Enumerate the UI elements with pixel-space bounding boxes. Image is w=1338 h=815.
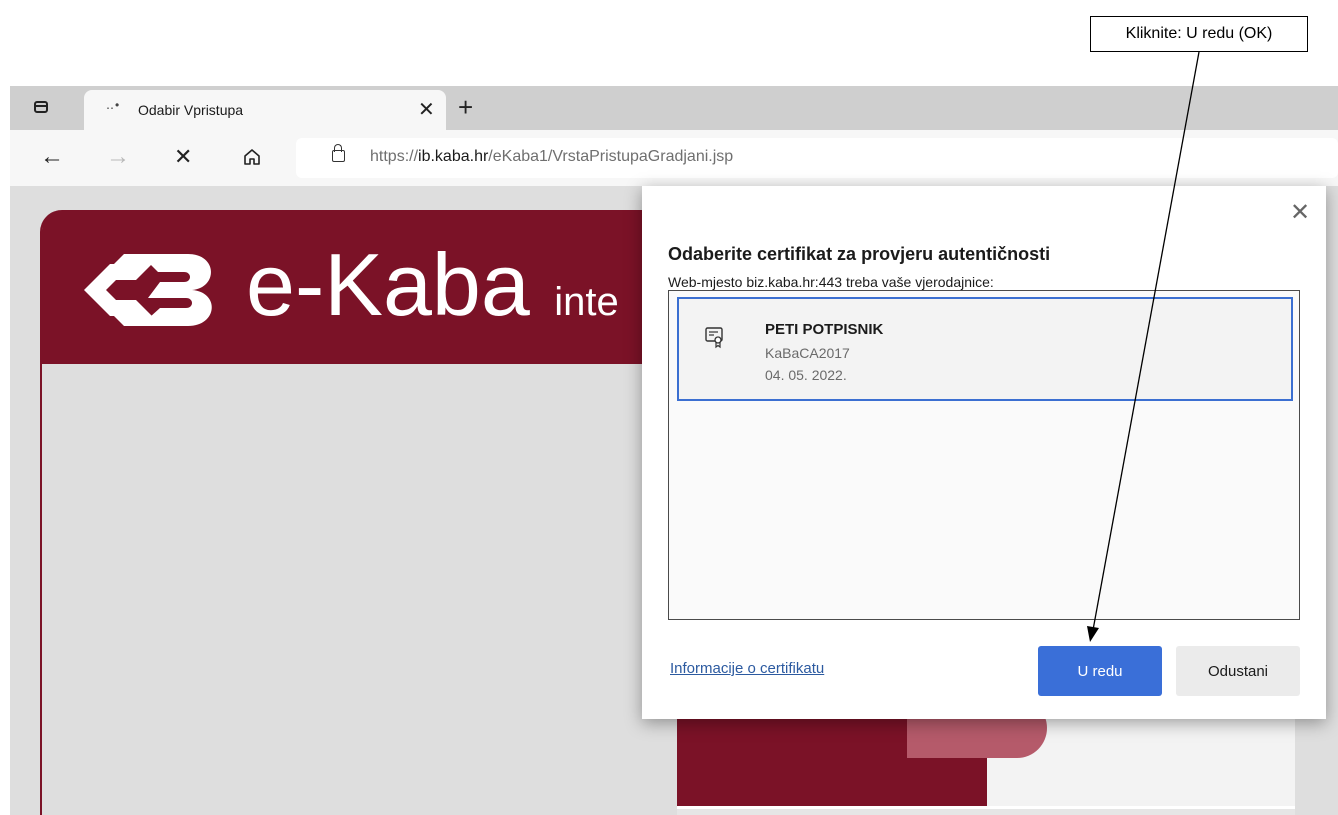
forward-arrow-icon[interactable]: →: [106, 143, 130, 171]
certificate-item[interactable]: PETI POTPISNIK KaBaCA2017 04. 05. 2022.: [677, 297, 1293, 401]
certificate-dialog: ✕ Odaberite certifikat za provjeru auten…: [642, 186, 1326, 719]
dialog-title: Odaberite certifikat za provjeru autenti…: [668, 244, 1051, 264]
certificate-info-link[interactable]: Informacije o certifikatu: [670, 660, 824, 677]
certificate-date: 04. 05. 2022.: [765, 367, 847, 383]
cancel-button[interactable]: Odustani: [1176, 646, 1300, 696]
lock-icon[interactable]: [332, 144, 345, 162]
tab-active[interactable]: ‥• Odabir Vpristupa ✕: [84, 90, 446, 130]
url-text: https://ib.kaba.hr/eKaba1/VrstaPristupaG…: [370, 148, 734, 165]
browser-toolbar: ← → ✕ https://ib.kaba.hr/eKaba1/VrstaPri…: [10, 130, 1338, 186]
tab-actions-icon[interactable]: [34, 101, 48, 113]
stop-loading-icon[interactable]: ✕: [174, 144, 192, 170]
ok-button[interactable]: U redu: [1038, 646, 1162, 696]
dialog-subtitle: Web-mjesto biz.kaba.hr:443 treba vaše vj…: [668, 274, 994, 290]
close-icon[interactable]: ✕: [1290, 198, 1310, 227]
tab-title: Odabir Vpristupa: [138, 102, 244, 118]
loading-favicon-icon: ‥•: [106, 98, 121, 112]
site-logo-text: e-Kaba inte: [246, 235, 619, 334]
promo-footer-strip: [677, 806, 1295, 815]
certificate-list[interactable]: PETI POTPISNIK KaBaCA2017 04. 05. 2022.: [668, 290, 1300, 620]
tab-strip: ‥• Odabir Vpristupa ✕ +: [10, 86, 1338, 130]
address-bar[interactable]: https://ib.kaba.hr/eKaba1/VrstaPristupaG…: [296, 138, 1338, 178]
certificate-icon: [705, 327, 723, 349]
instruction-callout: Kliknite: U redu (OK): [1090, 16, 1308, 52]
certificate-name: PETI POTPISNIK: [765, 321, 884, 338]
instruction-text: Kliknite: U redu (OK): [1125, 25, 1273, 42]
home-icon[interactable]: [242, 146, 262, 174]
new-tab-icon[interactable]: +: [458, 92, 473, 123]
tab-close-icon[interactable]: ✕: [418, 97, 435, 122]
kaba-logo-icon: [84, 254, 212, 326]
back-arrow-icon[interactable]: ←: [40, 143, 64, 171]
certificate-issuer: KaBaCA2017: [765, 345, 850, 361]
